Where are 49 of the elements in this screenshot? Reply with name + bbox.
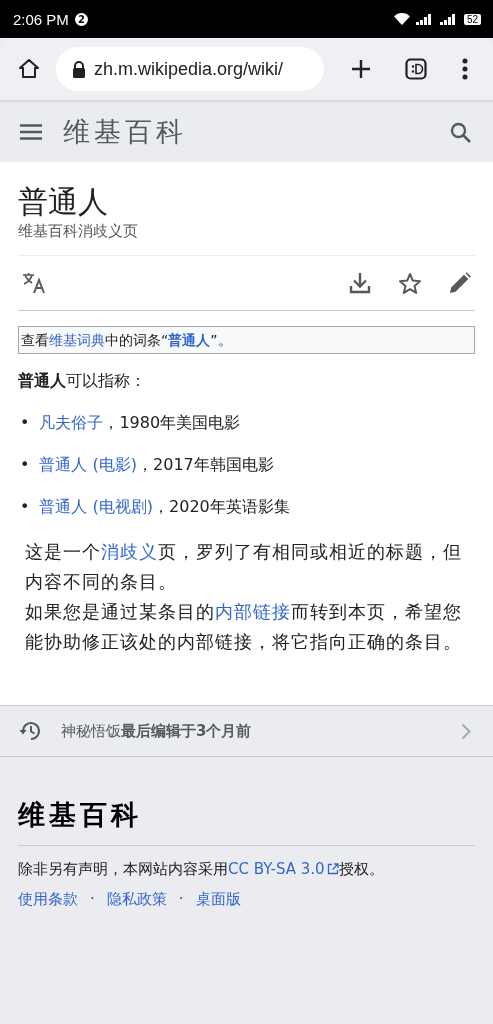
more-icon[interactable] xyxy=(462,58,468,80)
translate-icon[interactable] xyxy=(22,272,46,294)
footer-link[interactable]: 使用条款 xyxy=(18,890,78,909)
edit-icon[interactable] xyxy=(449,272,471,294)
wiktionary-note: 查看维基词典中的词条“普通人”。 xyxy=(18,326,475,354)
lock-icon xyxy=(72,60,86,78)
notice-text: 如果您是通过某条目的内部链接而转到本页，希望您能协助修正该处的内部链接，将它指向正确的条目。 xyxy=(25,601,463,654)
menu-icon[interactable] xyxy=(20,124,42,140)
footer-link[interactable]: 桌面版 xyxy=(195,890,241,909)
article-link[interactable]: 普通人 (电影) xyxy=(39,455,137,474)
download-icon[interactable] xyxy=(349,272,371,294)
article-link[interactable]: 凡夫俗子 xyxy=(39,413,104,432)
battery-indicator: 52 xyxy=(463,13,481,25)
list-item: 普通人 (电影)，2017年韩国电影 xyxy=(39,454,274,476)
separator: · xyxy=(90,890,95,909)
inline-link[interactable]: 内部链接 xyxy=(215,602,291,622)
site-logo[interactable]: 维基百科 xyxy=(63,114,187,150)
notice-text: 这是一个消歧义页，罗列了有相同或相近的标题，但内容不同的条目。 xyxy=(25,541,463,594)
wiktionary-link[interactable]: 维基词典 xyxy=(49,332,105,348)
home-icon[interactable] xyxy=(17,57,41,81)
license-link[interactable]: CC BY-SA 3.0 xyxy=(228,860,339,878)
bullet: • xyxy=(20,496,30,518)
article-link[interactable]: 普通人 (电视剧) xyxy=(39,497,153,516)
page-subtitle: 维基百科消歧义页 xyxy=(18,222,475,256)
search-icon[interactable] xyxy=(450,121,471,143)
separator: · xyxy=(178,890,184,909)
address-bar[interactable]: zh.m.wikipedia.org/wiki/ xyxy=(56,47,324,91)
footer-link[interactable]: 隐私政策 xyxy=(106,890,167,909)
star-icon[interactable] xyxy=(398,271,422,295)
history-icon xyxy=(19,721,41,741)
license-text: 除非另有声明，本网站内容采用CC BY-SA 3.0 授权。 xyxy=(18,859,385,880)
signal-icon xyxy=(415,13,434,25)
page-title: 普通人 xyxy=(18,184,109,220)
status-time: 2:06 PM xyxy=(13,10,69,28)
bullet: • xyxy=(20,412,30,434)
plus-icon[interactable] xyxy=(350,58,372,80)
signal-icon xyxy=(439,13,458,25)
bullet: • xyxy=(20,454,30,476)
wifi-icon xyxy=(393,13,410,25)
wiktionary-link[interactable]: 普通人 xyxy=(168,332,211,348)
notification-badge: 2 xyxy=(74,12,88,26)
intro-text: 普通人可以指称： xyxy=(18,370,147,392)
external-link-icon xyxy=(326,863,339,875)
inline-link[interactable]: 消歧义 xyxy=(101,542,158,562)
list-item: 凡夫俗子，1980年美国电影 xyxy=(39,412,241,434)
list-item: 普通人 (电视剧)，2020年英语影集 xyxy=(39,496,290,518)
tab-switcher-icon[interactable] xyxy=(405,58,427,80)
chevron-right-icon xyxy=(461,722,471,740)
footer-logo: 维基百科 xyxy=(18,797,475,846)
